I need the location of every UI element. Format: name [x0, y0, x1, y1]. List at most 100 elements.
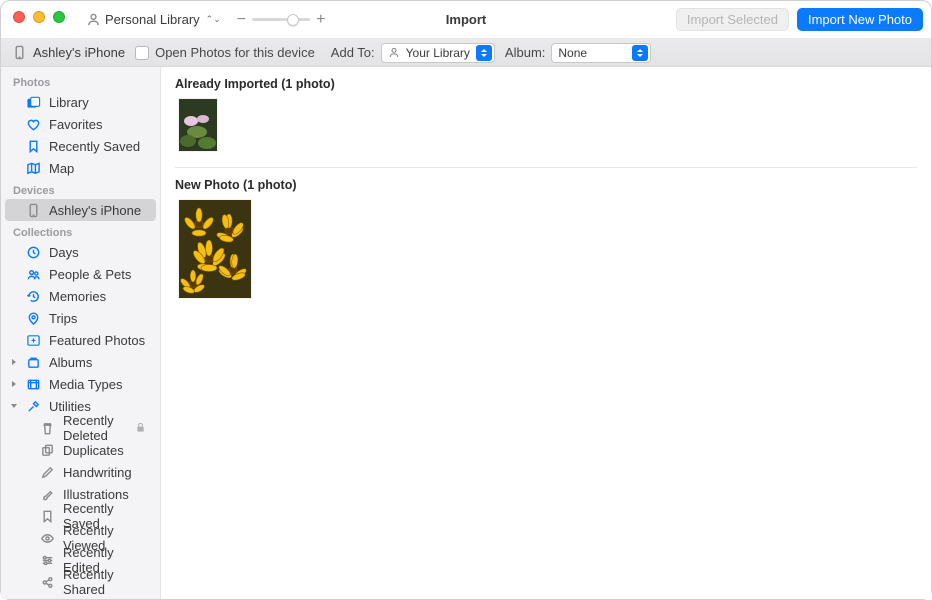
clock-icon [25, 244, 41, 260]
minimize-button[interactable] [33, 11, 45, 23]
sidebar-item-days[interactable]: Days [5, 241, 156, 263]
sidebar-item-people-pets[interactable]: People & Pets [5, 263, 156, 285]
library-switcher-label: Personal Library [105, 12, 200, 27]
sliders-icon [39, 552, 55, 568]
chevron-updown-icon [476, 45, 492, 61]
toolbar: Personal Library ⌃⌄ − + Import Import Se… [1, 1, 931, 39]
import-selected-button: Import Selected [676, 8, 789, 31]
import-new-button[interactable]: Import New Photo [797, 8, 923, 31]
import-icon [39, 596, 55, 599]
sidebar-item-label: Days [49, 245, 79, 260]
chevron-right-icon[interactable] [9, 357, 19, 367]
eye-icon [39, 530, 55, 546]
sidebar-item-label: Illustrations [63, 487, 129, 502]
group-header-already-imported: Already Imported (1 photo) [161, 67, 931, 99]
chevron-right-icon[interactable] [9, 379, 19, 389]
window-title: Import [446, 12, 486, 27]
sidebar-item-label: Map [49, 161, 74, 176]
library-icon [25, 94, 41, 110]
location-icon [25, 310, 41, 326]
sidebar-item-handwriting[interactable]: Handwriting [5, 461, 156, 483]
zoom-knob[interactable] [287, 14, 299, 26]
sidebar-item-label: Favorites [49, 117, 102, 132]
fullscreen-button[interactable] [53, 11, 65, 23]
lock-icon [135, 421, 146, 436]
library-switcher[interactable]: Personal Library ⌃⌄ [81, 10, 225, 30]
zoom-slider[interactable]: − + [237, 11, 326, 29]
sidebar-item-label: Utilities [49, 399, 91, 414]
sidebar-item-label: Featured Photos [49, 333, 145, 348]
bookmark-icon [25, 138, 41, 154]
device-name: Ashley's iPhone [33, 45, 125, 60]
sidebar-item-library[interactable]: Library [5, 91, 156, 113]
sidebar-item-label: Imports [63, 597, 106, 600]
share-icon [39, 574, 55, 590]
sidebar-item-duplicates[interactable]: Duplicates [5, 439, 156, 461]
phone-icon [25, 202, 41, 218]
bookmark-icon [39, 508, 55, 524]
sidebar-item-memories[interactable]: Memories [5, 285, 156, 307]
sidebar-item-recently-deleted[interactable]: Recently Deleted [5, 417, 156, 439]
group-header-new-photo: New Photo (1 photo) [161, 168, 931, 200]
section-header-devices: Devices [1, 179, 160, 199]
sparkle-icon [25, 332, 41, 348]
sidebar-item-label: People & Pets [49, 267, 131, 282]
sidebar-item-label: Albums [49, 355, 92, 370]
zoom-plus-icon[interactable]: + [316, 11, 325, 29]
album-label: Album: [505, 45, 545, 60]
trash-icon [39, 420, 55, 436]
thumbnail-new-photo[interactable] [179, 200, 251, 298]
thumbnail-already-imported[interactable] [179, 99, 217, 151]
sidebar-item-label: Handwriting [63, 465, 132, 480]
sidebar: Photos Library Favorites Recently Saved … [1, 67, 161, 599]
sidebar-item-featured[interactable]: Featured Photos [5, 329, 156, 351]
person-icon [85, 12, 101, 28]
sidebar-item-label: Memories [49, 289, 106, 304]
zoom-minus-icon[interactable]: − [237, 11, 246, 29]
add-to-label: Add To: [331, 45, 375, 60]
add-to-value: Your Library [406, 46, 470, 60]
option-bar: Ashley's iPhone Open Photos for this dev… [1, 39, 931, 67]
chevron-down-icon[interactable] [9, 401, 19, 411]
media-icon [25, 376, 41, 392]
map-icon [25, 160, 41, 176]
sidebar-item-albums[interactable]: Albums [5, 351, 156, 373]
sidebar-item-label: Ashley's iPhone [49, 203, 141, 218]
album-popup[interactable]: None [551, 43, 651, 63]
albums-icon [25, 354, 41, 370]
sidebar-item-recently-saved[interactable]: Recently Saved [5, 135, 156, 157]
window-controls [13, 11, 65, 23]
section-header-collections: Collections [1, 221, 160, 241]
sidebar-item-label: Recently Saved [49, 139, 140, 154]
open-photos-checkbox[interactable] [135, 46, 149, 60]
pencil-icon [39, 464, 55, 480]
brush-icon [39, 486, 55, 502]
device-indicator: Ashley's iPhone [11, 45, 125, 61]
sidebar-item-trips[interactable]: Trips [5, 307, 156, 329]
zoom-track[interactable] [252, 18, 310, 21]
sidebar-item-label: Duplicates [63, 443, 124, 458]
people-icon [25, 266, 41, 282]
sidebar-item-device[interactable]: Ashley's iPhone [5, 199, 156, 221]
open-photos-label: Open Photos for this device [155, 45, 315, 60]
sidebar-item-media-types[interactable]: Media Types [5, 373, 156, 395]
person-icon [388, 47, 400, 59]
sidebar-item-recently-shared[interactable]: Recently Shared [5, 571, 156, 593]
sidebar-item-map[interactable]: Map [5, 157, 156, 179]
sidebar-item-label: Library [49, 95, 89, 110]
sidebar-item-label: Media Types [49, 377, 122, 392]
phone-icon [11, 45, 27, 61]
section-header-photos: Photos [1, 71, 160, 91]
sidebar-item-label: Trips [49, 311, 77, 326]
chevron-updown-icon [632, 45, 648, 61]
memories-icon [25, 288, 41, 304]
album-value: None [558, 46, 587, 60]
tools-icon [25, 398, 41, 414]
main-content: Already Imported (1 photo) New Photo (1 … [161, 67, 931, 599]
sidebar-item-imports[interactable]: Imports [5, 593, 156, 599]
add-to-popup[interactable]: Your Library [381, 43, 495, 63]
sidebar-item-favorites[interactable]: Favorites [5, 113, 156, 135]
duplicates-icon [39, 442, 55, 458]
chevron-updown-icon: ⌃⌄ [206, 14, 221, 25]
close-button[interactable] [13, 11, 25, 23]
